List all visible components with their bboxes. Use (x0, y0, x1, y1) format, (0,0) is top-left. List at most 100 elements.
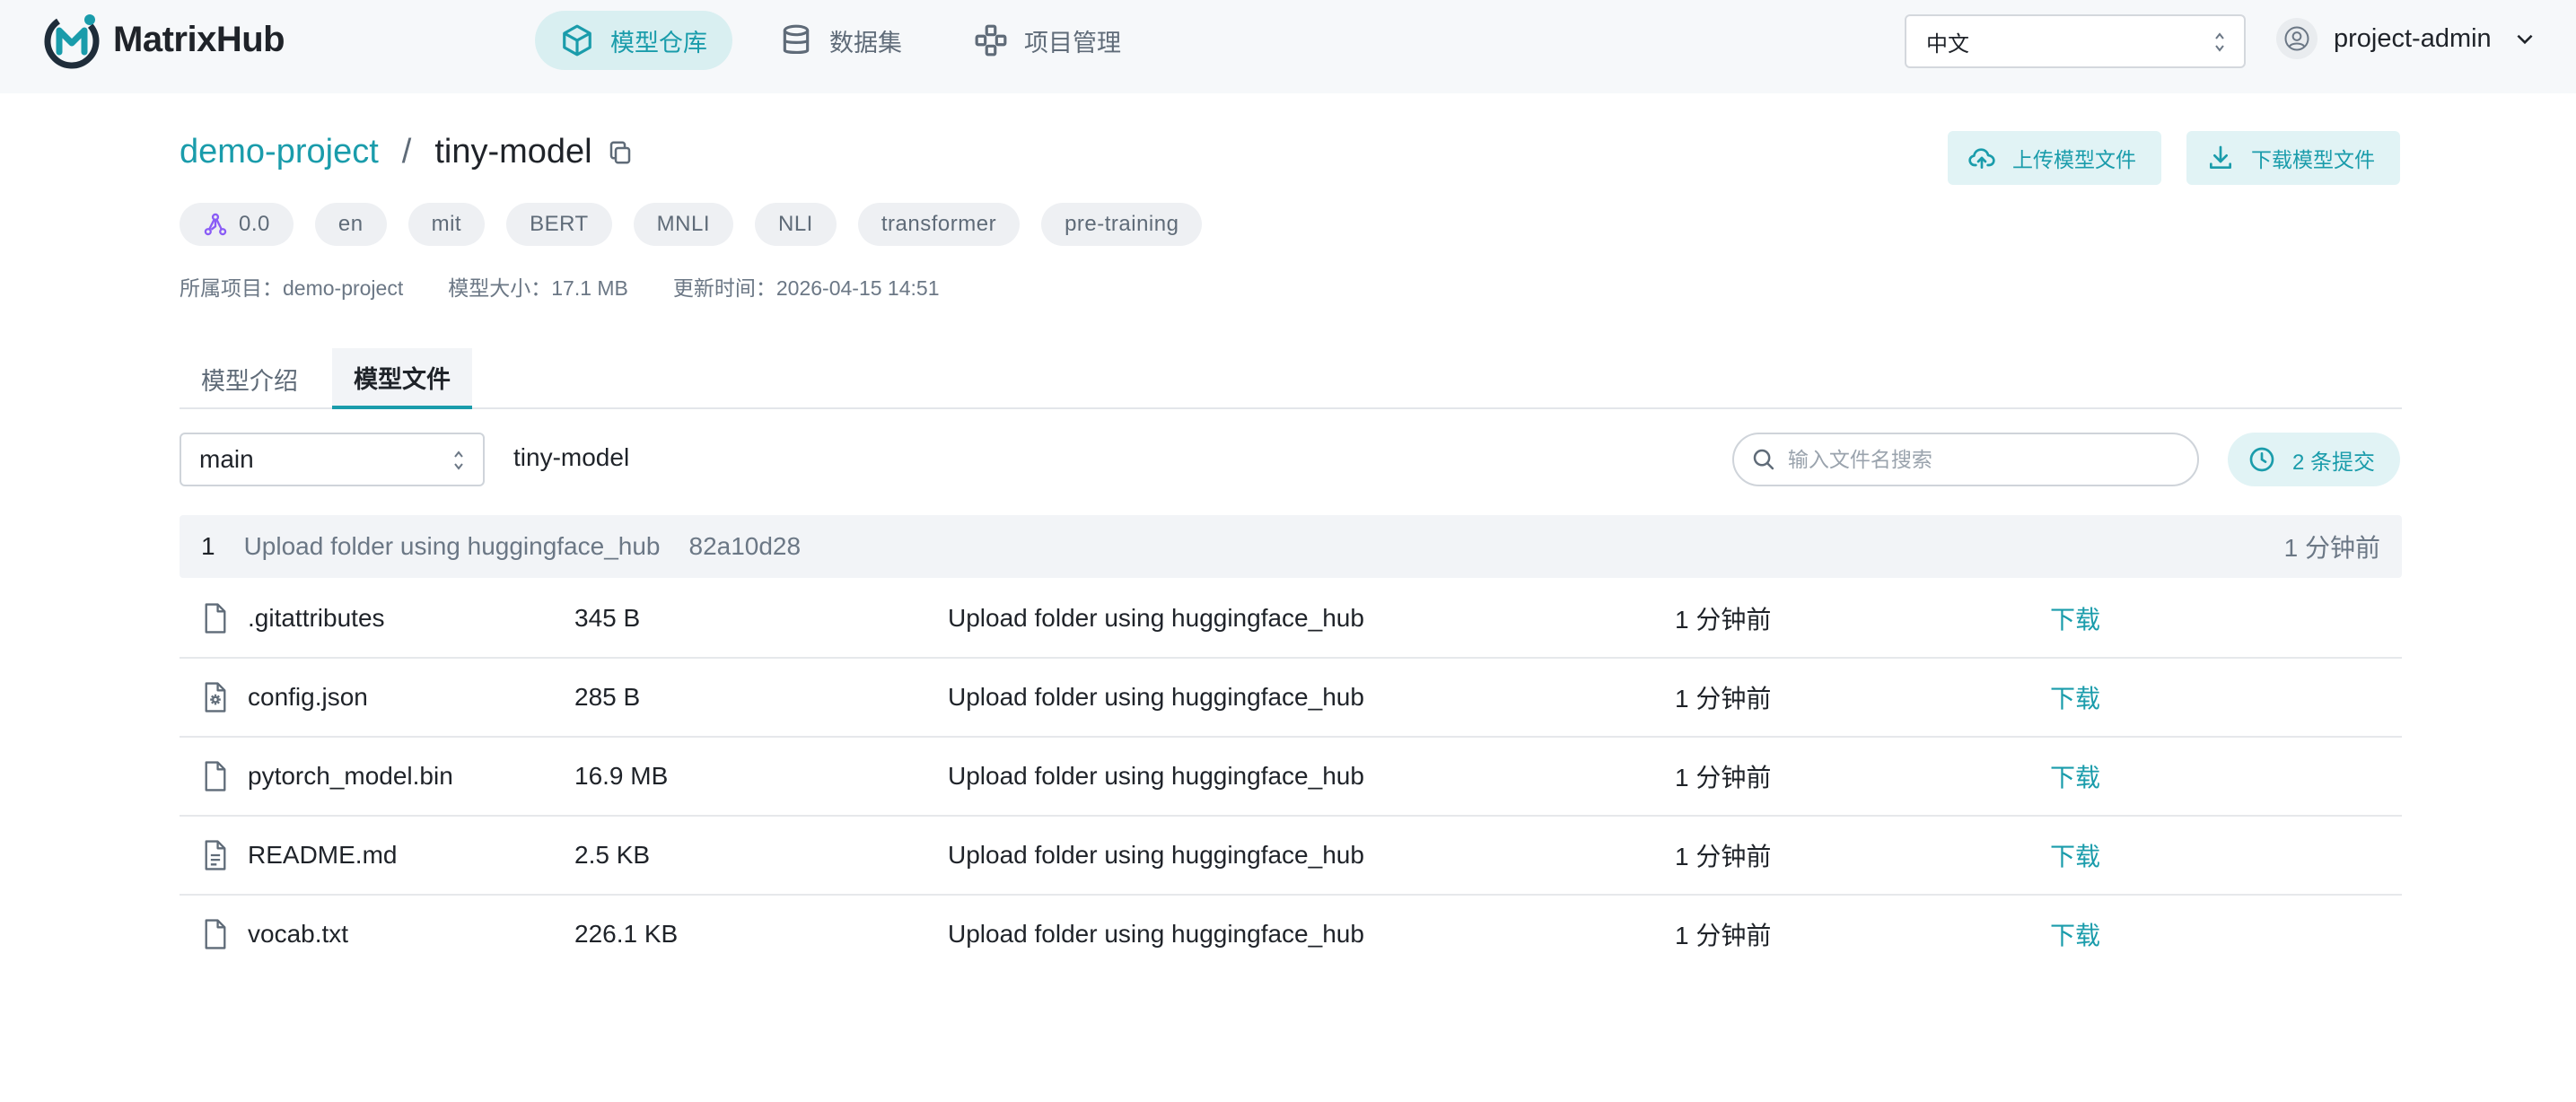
search-input[interactable] (1787, 447, 2181, 472)
file-download-link[interactable]: 下载 (2050, 896, 2100, 973)
tag[interactable]: BERT (506, 203, 612, 246)
tag[interactable]: en (314, 203, 387, 246)
nav-label: 项目管理 (1024, 29, 1121, 57)
tag-label: 0.0 (239, 212, 270, 236)
clock-icon (2249, 447, 2274, 472)
file-size: 226.1 KB (574, 920, 679, 948)
file-size: 16.9 MB (574, 762, 669, 790)
file-commit-message: Upload folder using huggingface_hub (948, 762, 1364, 790)
file-download-link[interactable]: 下载 (2050, 817, 2100, 894)
table-row: config.json 285 B Upload folder using hu… (180, 659, 2402, 738)
tag[interactable]: NLI (755, 203, 837, 246)
commit-number: 1 (201, 532, 215, 560)
file-download-link[interactable]: 下载 (2050, 580, 2100, 657)
tag[interactable]: mit (407, 203, 486, 246)
file-time: 1 分钟前 (1675, 685, 1772, 713)
avatar (2276, 18, 2318, 59)
table-row: .gitattributes 345 B Upload folder using… (180, 580, 2402, 659)
upload-label: 上传模型文件 (2012, 148, 2136, 171)
tag-label: NLI (778, 212, 813, 236)
select-updown-icon (454, 450, 463, 470)
user-icon (2284, 26, 2309, 51)
breadcrumb-separator: / (401, 133, 412, 171)
table-row: vocab.txt 226.1 KB Upload folder using h… (180, 896, 2402, 975)
tab-model-files[interactable]: 模型文件 (332, 348, 472, 409)
file-name[interactable]: .gitattributes (248, 580, 385, 657)
user-name: project-admin (2334, 23, 2492, 53)
tag-label: mit (431, 212, 462, 236)
tag-label: MNLI (656, 212, 710, 236)
file-size: 285 B (574, 683, 641, 711)
nav-label: 数据集 (829, 29, 902, 57)
file-table: .gitattributes 345 B Upload folder using… (180, 580, 2402, 975)
copy-icon[interactable] (607, 139, 634, 166)
logo[interactable]: MatrixHub (39, 7, 285, 72)
table-row: README.md 2.5 KB Upload folder using hug… (180, 817, 2402, 896)
download-label: 下载模型文件 (2251, 148, 2375, 171)
file-size: 2.5 KB (574, 841, 651, 869)
file-name[interactable]: pytorch_model.bin (248, 738, 453, 815)
branch-fork-icon (204, 213, 227, 236)
file-time: 1 分钟前 (1675, 843, 1772, 870)
file-commit-message: Upload folder using huggingface_hub (948, 920, 1364, 948)
select-updown-icon (2215, 32, 2224, 52)
database-icon (783, 24, 810, 55)
nav-projects[interactable]: 项目管理 (949, 11, 1146, 70)
file-download-link[interactable]: 下载 (2050, 738, 2100, 815)
current-path: tiny-model (513, 443, 630, 471)
branch-value: main (199, 445, 254, 473)
file-icon (205, 603, 226, 634)
tag-label: transformer (881, 212, 997, 236)
file-icon (205, 761, 226, 792)
file-time: 1 分钟前 (1675, 606, 1772, 634)
file-name[interactable]: config.json (248, 659, 368, 736)
file-time: 1 分钟前 (1675, 922, 1772, 949)
download-model-button[interactable]: 下载模型文件 (2186, 131, 2400, 185)
tag-label: pre-training (1065, 212, 1179, 236)
model-title: tiny-model (434, 133, 592, 171)
breadcrumb: demo-project / tiny-model (180, 133, 634, 171)
file-download-link[interactable]: 下载 (2050, 659, 2100, 736)
tag-version[interactable]: 0.0 (180, 203, 294, 246)
tag[interactable]: MNLI (633, 203, 733, 246)
branch-select[interactable]: main (180, 433, 485, 486)
language-select[interactable]: 中文 (1905, 14, 2246, 68)
tab-model-intro[interactable]: 模型介绍 (180, 348, 320, 409)
cube-icon (563, 24, 591, 57)
text-file-icon (205, 840, 226, 870)
latest-commit-bar: 1 Upload folder using huggingface_hub 82… (180, 515, 2402, 578)
file-size: 345 B (574, 604, 641, 632)
cloud-upload-icon (1968, 148, 1995, 169)
tag-label: en (337, 212, 364, 236)
file-commit-message: Upload folder using huggingface_hub (948, 604, 1364, 632)
app-name: MatrixHub (113, 19, 285, 59)
file-commit-message: Upload folder using huggingface_hub (948, 841, 1364, 869)
tag-list: 0.0 en mit BERT MNLI NLI transformer pre… (180, 203, 1203, 246)
commit-message: Upload folder using huggingface_hub (243, 532, 661, 560)
tag[interactable]: pre-training (1041, 203, 1203, 246)
tab-bar: 模型介绍 模型文件 (180, 348, 2402, 409)
file-name[interactable]: README.md (248, 817, 397, 894)
tag[interactable]: transformer (857, 203, 1021, 246)
commit-time: 1 分钟前 (2283, 534, 2380, 562)
commits-button[interactable]: 2 条提交 (2228, 433, 2401, 486)
file-commit-message: Upload folder using huggingface_hub (948, 683, 1364, 711)
meta-size: 模型大小：17.1 MB (448, 276, 628, 300)
download-icon (2210, 145, 2231, 169)
file-search[interactable] (1732, 433, 2199, 486)
modules-icon (975, 24, 1007, 57)
tab-label: 模型介绍 (201, 367, 298, 395)
file-name[interactable]: vocab.txt (248, 896, 348, 973)
commit-hash[interactable]: 82a10d28 (689, 532, 802, 561)
user-menu[interactable]: project-admin (2276, 18, 2537, 59)
model-meta: 所属项目：demo-project 模型大小：17.1 MB 更新时间：2026… (180, 271, 940, 302)
breadcrumb-project-link[interactable]: demo-project (180, 133, 379, 171)
nav-datasets[interactable]: 数据集 (754, 11, 927, 70)
top-header: MatrixHub 模型仓库 数据集 项目管理 中文 project-admin (0, 0, 2576, 93)
nav-model-repo[interactable]: 模型仓库 (535, 11, 732, 70)
language-value: 中文 (1926, 31, 1969, 57)
upload-model-button[interactable]: 上传模型文件 (1948, 131, 2161, 185)
search-icon (1753, 449, 1774, 470)
main-nav: 模型仓库 数据集 项目管理 (535, 11, 1146, 70)
table-row: pytorch_model.bin 16.9 MB Upload folder … (180, 738, 2402, 817)
